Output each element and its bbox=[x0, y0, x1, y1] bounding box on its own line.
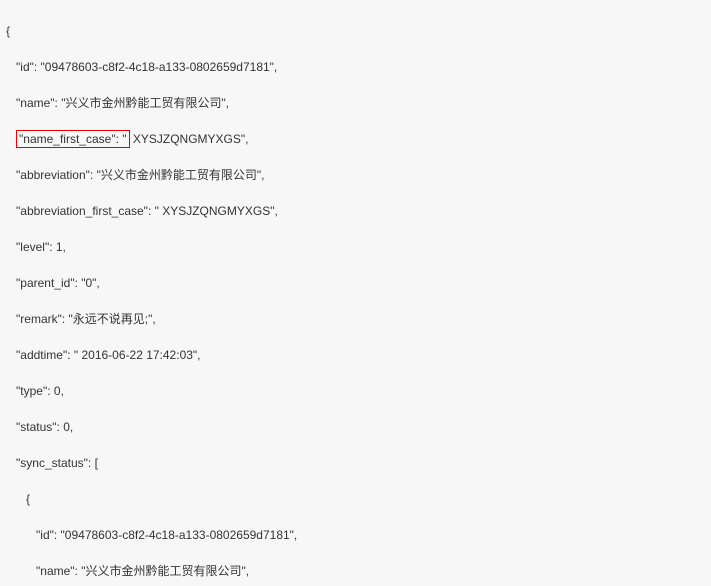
code-line: "status": 0, bbox=[6, 418, 705, 436]
code-line: { bbox=[6, 22, 705, 40]
code-line: "id": "09478603-c8f2-4c18-a133-0802659d7… bbox=[6, 526, 705, 544]
code-line: "name": "兴义市金州黔能工贸有限公司", bbox=[6, 94, 705, 112]
code-line: "remark": "永远不说再见;", bbox=[6, 310, 705, 328]
code-line: "addtime": " 2016-06-22 17:42:03", bbox=[6, 346, 705, 364]
code-line: "sync_status": [ bbox=[6, 454, 705, 472]
highlight-name-first-case-key: "name_first_case": " bbox=[16, 130, 130, 148]
code-line: "id": "09478603-c8f2-4c18-a133-0802659d7… bbox=[6, 58, 705, 76]
code-line: "type": 0, bbox=[6, 382, 705, 400]
code-line: "name": "兴义市金州黔能工贸有限公司", bbox=[6, 562, 705, 580]
code-line: "abbreviation": "兴义市金州黔能工贸有限公司", bbox=[6, 166, 705, 184]
code-line: "parent_id": "0", bbox=[6, 274, 705, 292]
code-line: { bbox=[6, 490, 705, 508]
code-line: "level": 1, bbox=[6, 238, 705, 256]
json-code-block: { "id": "09478603-c8f2-4c18-a133-0802659… bbox=[0, 0, 711, 586]
code-line: "abbreviation_first_case": " XYSJZQNGMYX… bbox=[6, 202, 705, 220]
code-line: "name_first_case": " XYSJZQNGMYXGS", bbox=[6, 130, 705, 148]
